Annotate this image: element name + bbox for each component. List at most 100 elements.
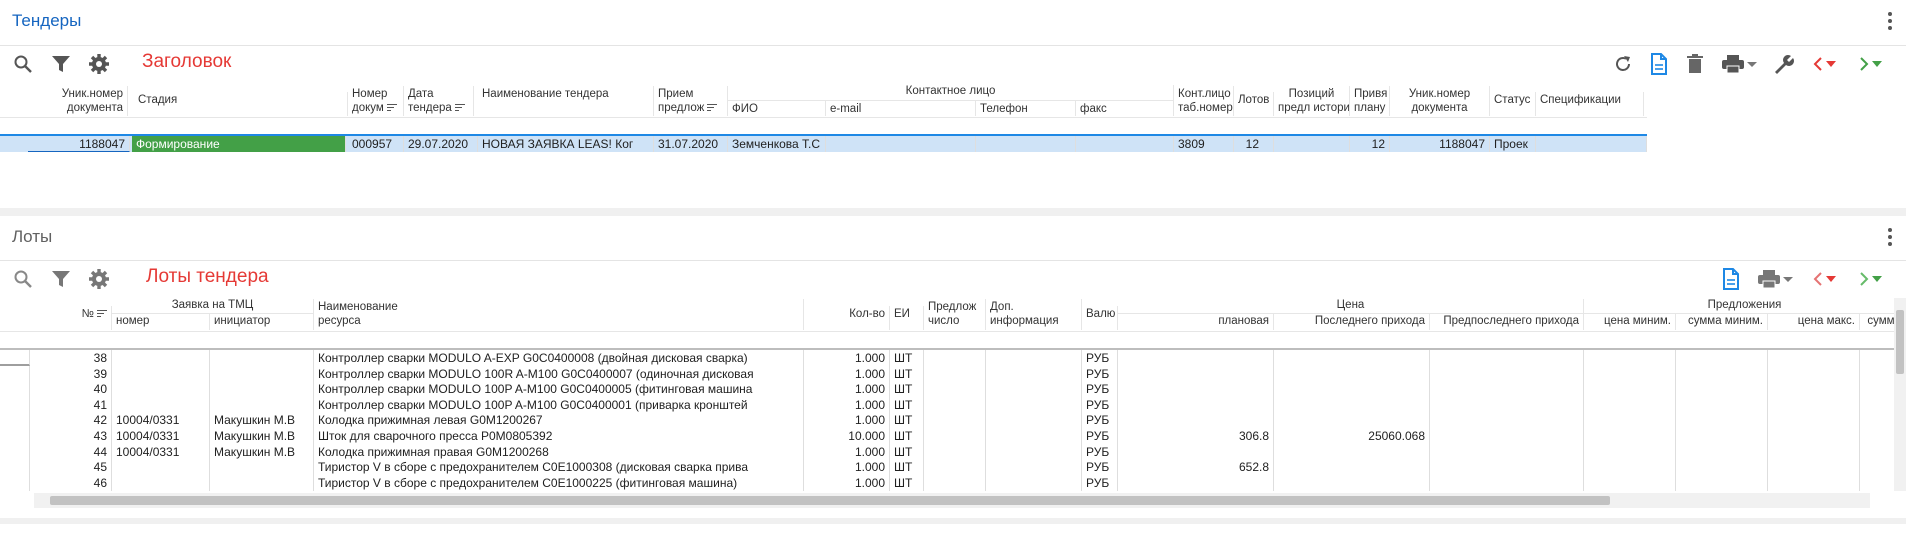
col-extra-info[interactable]: Доп. информация — [986, 299, 1082, 330]
more-menu-icon[interactable] — [1888, 228, 1892, 249]
col-initiator[interactable]: инициатор — [210, 313, 314, 330]
cell-sum-min — [1676, 459, 1768, 476]
col-price-min[interactable]: цена миним. — [1584, 313, 1676, 330]
cell-currency: РУБ — [1082, 365, 1118, 382]
col-phone[interactable]: Телефон — [976, 101, 1076, 116]
cell-offers-count — [924, 396, 986, 413]
cell-num: 44 — [30, 443, 112, 460]
col-sum-min[interactable]: сумма миним. — [1676, 313, 1768, 330]
cell-req-number: 10004/0331 — [112, 428, 210, 444]
cell-req-number — [112, 381, 210, 398]
wrench-icon[interactable] — [1770, 52, 1796, 76]
search-icon[interactable] — [10, 267, 36, 291]
filter-icon[interactable] — [48, 52, 74, 76]
col-lots[interactable]: Лотов — [1234, 92, 1274, 116]
print-icon[interactable] — [1718, 52, 1760, 76]
col-currency[interactable]: Валю — [1082, 306, 1118, 330]
col-unique-doc-2[interactable]: Уник.номер документа — [1390, 86, 1490, 116]
bottom-panel-edge — [0, 524, 1906, 538]
cell-prev-income — [1430, 350, 1584, 366]
panel-title: Тендеры — [12, 11, 82, 30]
table-row[interactable]: 41 Контроллер сварки MODULO 100P A-M100 G… — [0, 396, 1906, 413]
col-unique-doc[interactable]: Уник.номер документа — [28, 86, 128, 116]
cell-unit: ШТ — [890, 428, 924, 444]
prev-arrow-icon[interactable] — [1806, 267, 1842, 291]
cell-last-income — [1274, 365, 1430, 382]
col-offers-count[interactable]: Предлож число — [924, 299, 986, 330]
new-document-icon[interactable] — [1718, 267, 1744, 291]
cell-resource: Колодка прижимная левая G0M1200267 — [314, 412, 804, 429]
col-num[interactable]: № — [30, 306, 112, 330]
col-tender-name[interactable]: Наименование тендера — [478, 86, 654, 116]
cell-num: 46 — [30, 474, 112, 491]
header-filter-separator — [0, 331, 1906, 332]
col-qty[interactable]: Кол-во — [804, 306, 890, 330]
col-resource[interactable]: Наименование ресурса — [314, 299, 804, 330]
table-row[interactable]: 39 Контроллер сварки MODULO 100R A-M100 G… — [0, 365, 1906, 382]
col-receipt[interactable]: Прием предлож — [654, 86, 728, 116]
cell-price-min — [1584, 381, 1676, 398]
search-icon[interactable] — [10, 52, 36, 76]
col-fio[interactable]: ФИО — [728, 101, 826, 116]
next-arrow-icon[interactable] — [1852, 52, 1888, 76]
col-tender-date[interactable]: Дата тендера — [404, 86, 474, 116]
col-email[interactable]: e-mail — [826, 101, 976, 116]
col-fax[interactable]: факс — [1076, 101, 1174, 116]
tenders-panel: Тендеры Заголовок Уник.номер документа С… — [0, 0, 1906, 208]
cell-status: Проек — [1490, 136, 1536, 152]
cell-currency: РУБ — [1082, 381, 1118, 398]
col-unit[interactable]: ЕИ — [890, 306, 924, 330]
trash-icon[interactable] — [1682, 52, 1708, 76]
cell-last-income — [1274, 381, 1430, 398]
prev-arrow-icon[interactable] — [1806, 52, 1842, 76]
col-stage[interactable]: Стадия — [134, 92, 348, 116]
header-filter-separator — [0, 117, 1647, 118]
cell-currency: РУБ — [1082, 428, 1118, 444]
horizontal-scrollbar[interactable] — [34, 493, 1870, 508]
cell-initiator: Макушкин М.В — [210, 412, 314, 429]
cell-planned — [1118, 443, 1274, 460]
col-price-max[interactable]: цена макс. — [1768, 313, 1860, 330]
col-prev-income[interactable]: Предпоследнего прихода — [1430, 313, 1584, 330]
col-positions[interactable]: Позиций предл историч — [1274, 86, 1350, 116]
vertical-scrollbar[interactable] — [1894, 298, 1906, 491]
scroll-thumb[interactable] — [1896, 310, 1904, 374]
col-req-number[interactable]: номер — [112, 313, 210, 330]
col-last-income[interactable]: Последнего прихода — [1274, 313, 1430, 330]
gear-icon[interactable] — [86, 267, 112, 291]
col-contact-tab[interactable]: Конт.лицо таб.номер — [1174, 86, 1234, 116]
cell-sum-min — [1676, 396, 1768, 413]
table-row[interactable]: 1188047 Формирование 000957 29.07.2020 Н… — [0, 136, 1647, 152]
next-arrow-icon[interactable] — [1852, 267, 1888, 291]
cell-unit: ШТ — [890, 443, 924, 460]
cell-initiator — [210, 396, 314, 413]
gear-icon[interactable] — [86, 52, 112, 76]
table-row[interactable]: 44 10004/0331 Макушкин М.В Колодка прижимна… — [0, 443, 1906, 460]
print-icon[interactable] — [1754, 267, 1796, 291]
col-specs[interactable]: Спецификации — [1536, 92, 1644, 116]
cell-specs — [1536, 136, 1647, 152]
table-row[interactable]: 42 10004/0331 Макушкин М.В Колодка прижимна… — [0, 412, 1906, 429]
scroll-thumb[interactable] — [50, 496, 1610, 505]
more-menu-icon[interactable] — [1888, 12, 1892, 33]
cell-currency: РУБ — [1082, 474, 1118, 491]
cell-req-number: 10004/0331 — [112, 412, 210, 429]
cell-resource: Контроллер сварки MODULO 100R A-M100 G0C… — [314, 365, 804, 382]
table-row[interactable]: 40 Контроллер сварки MODULO 100P A-M100 G… — [0, 381, 1906, 398]
table-row[interactable]: 38 Контроллер сварки MODULO A-EXP G0C0400… — [0, 350, 1906, 366]
cell-last-income — [1274, 443, 1430, 460]
table-row[interactable]: 43 10004/0331 Макушкин М.В Шток для сварочн… — [0, 428, 1906, 444]
cell-fax — [1076, 136, 1174, 152]
new-document-icon[interactable] — [1646, 52, 1672, 76]
cell-initiator — [210, 381, 314, 398]
col-status[interactable]: Статус — [1490, 92, 1536, 116]
cell-price-min — [1584, 350, 1676, 366]
col-plan[interactable]: Привя плану — [1350, 86, 1390, 116]
table-row[interactable]: 45 Тиристор V в сборе с предохранителем C… — [0, 459, 1906, 476]
col-planned[interactable]: плановая — [1118, 313, 1274, 330]
cell-qty: 1.000 — [804, 459, 890, 476]
filter-icon[interactable] — [48, 267, 74, 291]
table-row[interactable]: 46 Тиристор V в сборе с предохранителем C… — [0, 474, 1906, 491]
refresh-icon[interactable] — [1610, 52, 1636, 76]
col-doc-number[interactable]: Номер докум — [348, 86, 404, 116]
